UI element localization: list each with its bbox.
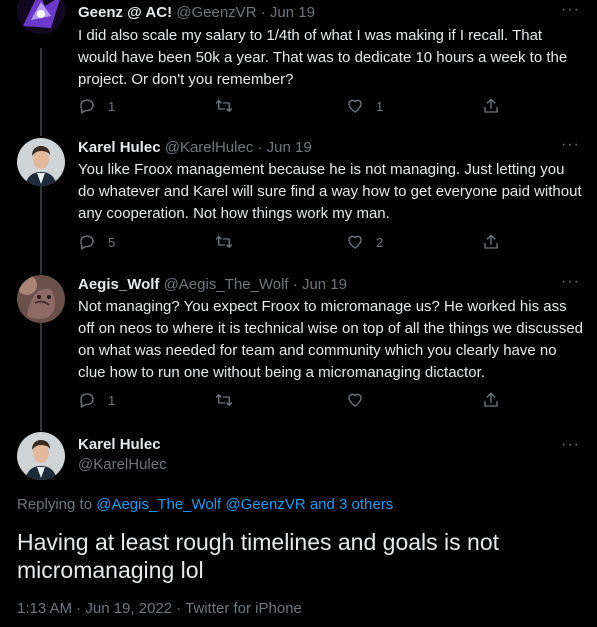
tweet-text: Not managing? You expect Froox to microm…: [78, 298, 584, 381]
reply-icon: [78, 391, 96, 409]
main-author-handle[interactable]: @KarelHulec: [78, 456, 167, 473]
tweet-geenz[interactable]: Geenz @ AC! @GeenzVR · Jun 19 ··· I did …: [0, 0, 597, 130]
reply-icon: [78, 97, 96, 115]
like-count: 2: [376, 234, 384, 250]
like-button[interactable]: 1: [346, 96, 383, 116]
like-button[interactable]: 2: [346, 232, 383, 252]
retweet-button[interactable]: [214, 232, 234, 252]
retweet-button[interactable]: [214, 390, 234, 410]
reply-button[interactable]: 5: [78, 232, 115, 252]
like-icon: [346, 233, 364, 251]
reply-count: 1: [108, 98, 116, 114]
like-icon: [346, 391, 364, 409]
reply-button[interactable]: 1: [78, 390, 115, 410]
avatar[interactable]: [17, 275, 65, 323]
like-icon: [346, 97, 364, 115]
main-tweet-text: Having at least rough timelines and goal…: [17, 529, 500, 583]
avatar[interactable]: [17, 0, 65, 34]
like-count: 1: [376, 98, 384, 114]
tweet-text: You like Froox management because he is …: [78, 161, 582, 222]
tweet-text: I did also scale my salary to 1/4th of w…: [78, 27, 568, 88]
author-handle[interactable]: @GeenzVR: [176, 4, 256, 21]
reply-count: 1: [108, 392, 116, 408]
tweet-timestamp[interactable]: 1:13 AM · Jun 19, 2022 · Twitter for iPh…: [17, 600, 302, 617]
author-name[interactable]: Aegis_Wolf: [78, 276, 159, 293]
more-icon[interactable]: ···: [561, 137, 580, 153]
share-icon: [482, 97, 500, 115]
more-icon[interactable]: ···: [561, 274, 580, 290]
tweet-karel[interactable]: Karel Hulec @KarelHulec · Jun 19 ··· You…: [0, 130, 597, 267]
author-handle[interactable]: @KarelHulec: [165, 139, 254, 156]
share-button[interactable]: [482, 390, 500, 410]
retweet-icon: [214, 97, 234, 115]
tweet-date[interactable]: Jun 19: [302, 276, 347, 293]
reply-button[interactable]: 1: [78, 96, 115, 116]
more-icon[interactable]: ···: [561, 437, 580, 453]
share-button[interactable]: [482, 232, 500, 252]
like-button[interactable]: [346, 390, 364, 410]
reply-count: 5: [108, 234, 116, 250]
tweet-aegis[interactable]: Aegis_Wolf @Aegis_The_Wolf · Jun 19 ··· …: [0, 267, 597, 427]
share-button[interactable]: [482, 96, 500, 116]
retweet-icon: [214, 391, 234, 409]
main-author-name[interactable]: Karel Hulec: [78, 436, 161, 453]
avatar[interactable]: [17, 432, 65, 480]
replying-handles-link[interactable]: @Aegis_The_Wolf @GeenzVR: [96, 496, 305, 513]
replying-to: Replying to @Aegis_The_Wolf @GeenzVR and…: [17, 496, 394, 513]
retweet-button[interactable]: [214, 96, 234, 116]
author-name[interactable]: Karel Hulec: [78, 139, 161, 156]
retweet-icon: [214, 233, 234, 251]
share-icon: [482, 233, 500, 251]
replying-others-link[interactable]: 3 others: [339, 496, 393, 513]
reply-icon: [78, 233, 96, 251]
tweet-date[interactable]: Jun 19: [270, 4, 315, 21]
author-name[interactable]: Geenz @ AC!: [78, 4, 172, 21]
author-handle[interactable]: @Aegis_The_Wolf: [164, 276, 289, 293]
more-icon[interactable]: ···: [561, 2, 580, 18]
tweet-date[interactable]: Jun 19: [267, 139, 312, 156]
share-icon: [482, 391, 500, 409]
avatar[interactable]: [17, 138, 65, 186]
